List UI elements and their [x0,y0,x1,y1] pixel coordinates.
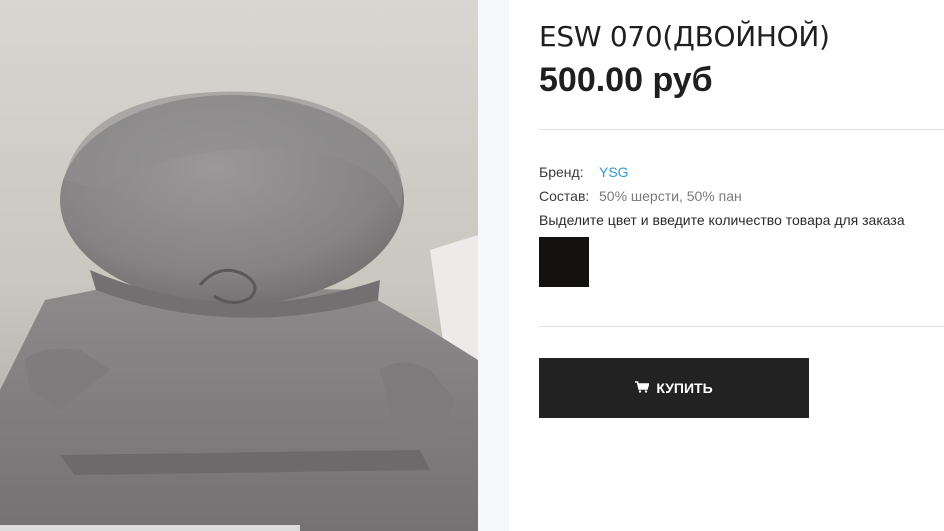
product-image[interactable] [0,0,478,531]
product-price: 500.00 руб [539,61,713,99]
product-info: ESW 070(ДВОЙНОЙ) 500.00 руб Бренд: YSG Со… [539,0,944,531]
product-photo [0,0,478,531]
buy-button-label: КУПИТЬ [656,380,713,396]
brand-label: Бренд: [539,164,584,180]
gallery-gutter [478,0,509,531]
order-hint: Выделите цвет и введите количество товар… [539,212,905,228]
brand-row: Бренд: YSG [539,164,629,180]
brand-link[interactable]: YSG [599,164,629,180]
composition-value: 50% шерсти, 50% пан [599,188,742,204]
product-title: ESW 070(ДВОЙНОЙ) [539,20,830,53]
composition-row: Состав: 50% шерсти, 50% пан [539,188,742,204]
cart-icon [635,380,650,396]
divider [539,129,944,130]
composition-label: Состав: [539,188,590,204]
color-swatch-black[interactable] [539,237,589,287]
buy-button[interactable]: КУПИТЬ [539,358,809,418]
divider [539,326,944,327]
